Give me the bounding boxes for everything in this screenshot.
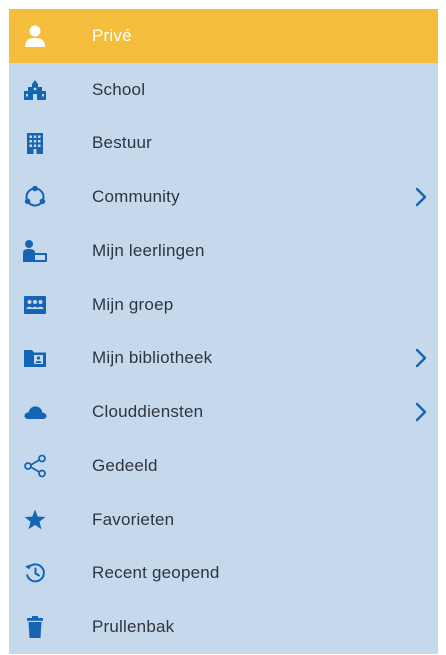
nav-label-recent-geopend: Recent geopend (92, 563, 220, 583)
nav-item-clouddiensten[interactable]: Clouddiensten (9, 385, 438, 439)
user-icon (23, 24, 47, 48)
nav-label-clouddiensten: Clouddiensten (92, 402, 204, 422)
nav-item-school[interactable]: School (9, 63, 438, 117)
nav-label-mijn-groep: Mijn groep (92, 294, 174, 314)
chevron-right-icon[interactable] (414, 402, 428, 422)
nav-label-prive: Privé (92, 25, 132, 45)
star-icon (23, 508, 47, 532)
nav-label-community: Community (92, 187, 180, 207)
nav-label-bestuur: Bestuur (92, 133, 152, 153)
library-folder-icon (23, 346, 47, 370)
office-building-icon (23, 131, 47, 155)
group-board-icon (23, 293, 47, 317)
student-desk-icon (23, 239, 47, 263)
share-icon (23, 454, 47, 478)
nav-item-prullenbak[interactable]: Prullenbak (9, 600, 438, 654)
nav-item-mijn-bibliotheek[interactable]: Mijn bibliotheek (9, 332, 438, 386)
nav-item-bestuur[interactable]: Bestuur (9, 117, 438, 171)
nav-item-gedeeld[interactable]: Gedeeld (9, 439, 438, 493)
nav-label-gedeeld: Gedeeld (92, 455, 158, 475)
trash-icon (23, 615, 47, 639)
history-clock-icon (23, 561, 47, 585)
chevron-right-icon[interactable] (414, 187, 428, 207)
nav-item-recent-geopend[interactable]: Recent geopend (9, 547, 438, 601)
nav-item-mijn-leerlingen[interactable]: Mijn leerlingen (9, 224, 438, 278)
community-circle-icon (23, 185, 47, 209)
nav-item-community[interactable]: Community (9, 170, 438, 224)
nav-label-prullenbak: Prullenbak (92, 617, 175, 637)
nav-item-favorieten[interactable]: Favorieten (9, 493, 438, 547)
nav-item-prive[interactable]: Privé (9, 9, 438, 63)
nav-item-mijn-groep[interactable]: Mijn groep (9, 278, 438, 332)
navigation-panel: Privé School Bestuur Community Mijn leer… (9, 9, 438, 654)
nav-label-favorieten: Favorieten (92, 509, 175, 529)
nav-label-mijn-bibliotheek: Mijn bibliotheek (92, 348, 213, 368)
school-building-icon (23, 78, 47, 102)
nav-label-mijn-leerlingen: Mijn leerlingen (92, 240, 205, 260)
nav-label-school: School (92, 79, 146, 99)
cloud-icon (23, 400, 47, 424)
chevron-right-icon[interactable] (414, 348, 428, 368)
